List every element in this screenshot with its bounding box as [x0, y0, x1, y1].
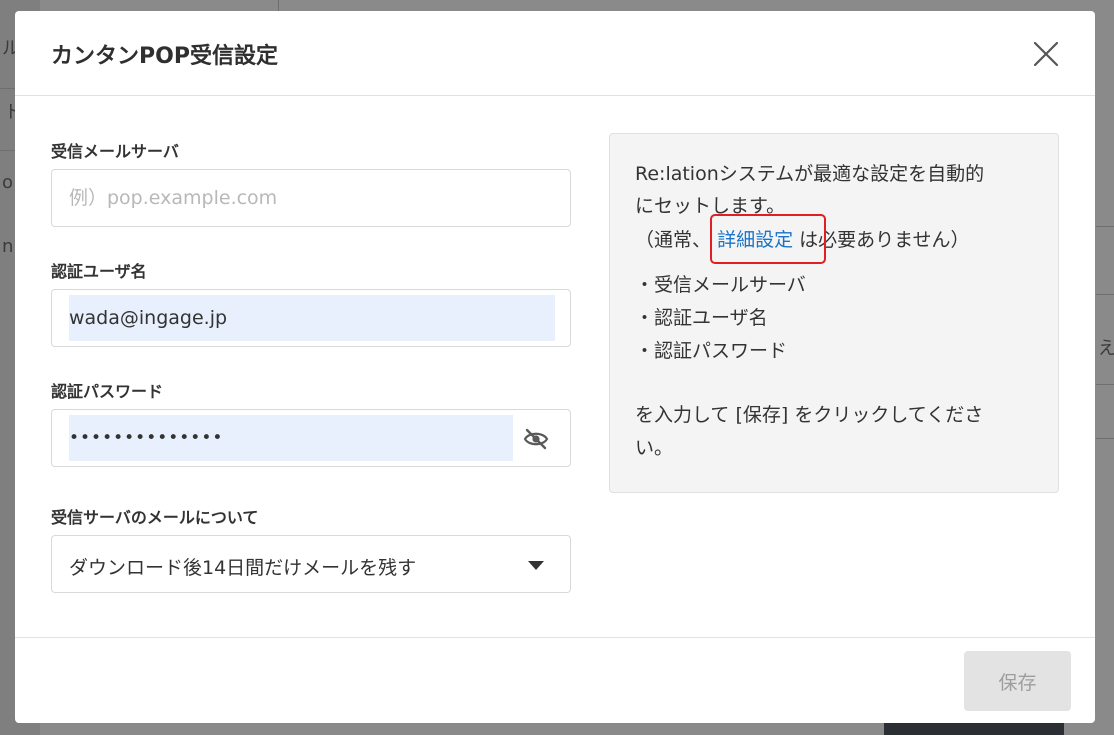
server-field: [51, 169, 571, 227]
background-row-line: [1096, 294, 1114, 295]
info-line: い。: [635, 437, 674, 459]
retention-label: 受信サーバのメールについて: [51, 508, 259, 527]
background-text: え: [1098, 338, 1114, 359]
close-button[interactable]: [1031, 39, 1061, 69]
caret-down-icon: [528, 561, 544, 570]
username-input[interactable]: [69, 295, 555, 341]
modal-header: カンタンPOP受信設定: [15, 11, 1095, 96]
modal-title: カンタンPOP受信設定: [51, 44, 278, 69]
toggle-password-visibility-button[interactable]: [523, 428, 549, 450]
background-dark-block: [884, 722, 1064, 735]
retention-selected-value: ダウンロード後14日間だけメールを残す: [69, 557, 417, 579]
background-text: n: [2, 236, 14, 257]
username-field: [51, 289, 571, 347]
password-input[interactable]: [69, 415, 513, 461]
server-input[interactable]: [69, 175, 549, 221]
background-row-line: [1096, 384, 1114, 385]
info-line: を入力して [保存] をクリックしてくださ: [635, 404, 984, 426]
info-line: Re:lationシステムが最適な設定を自動的: [635, 163, 985, 185]
username-label: 認証ユーザ名: [51, 262, 147, 281]
highlight-annotation: [710, 214, 826, 264]
background-row-line: [1096, 226, 1114, 227]
retention-select[interactable]: ダウンロード後14日間だけメールを残す: [51, 535, 571, 593]
info-bullet: ・認証パスワード: [635, 340, 788, 362]
save-button[interactable]: 保存: [964, 651, 1071, 711]
server-label: 受信メールサーバ: [51, 142, 179, 161]
background-text: o: [2, 172, 14, 193]
info-text-fragment: （通常、: [635, 229, 712, 251]
info-panel: Re:lationシステムが最適な設定を自動的 にセットします。 （通常、 詳細…: [609, 133, 1059, 493]
info-bullet: ・受信メールサーバ: [635, 274, 806, 296]
info-bullet: ・認証ユーザ名: [635, 307, 768, 329]
close-icon: [1033, 41, 1059, 67]
eye-off-icon: [523, 428, 549, 450]
password-field: [51, 409, 571, 467]
background-row-line: [1096, 438, 1114, 439]
pop-settings-modal: カンタンPOP受信設定 受信メールサーバ 認証ユーザ名 認証パスワード 受信サー…: [15, 11, 1095, 723]
password-label: 認証パスワード: [51, 382, 164, 401]
modal-footer-divider: [15, 637, 1095, 638]
